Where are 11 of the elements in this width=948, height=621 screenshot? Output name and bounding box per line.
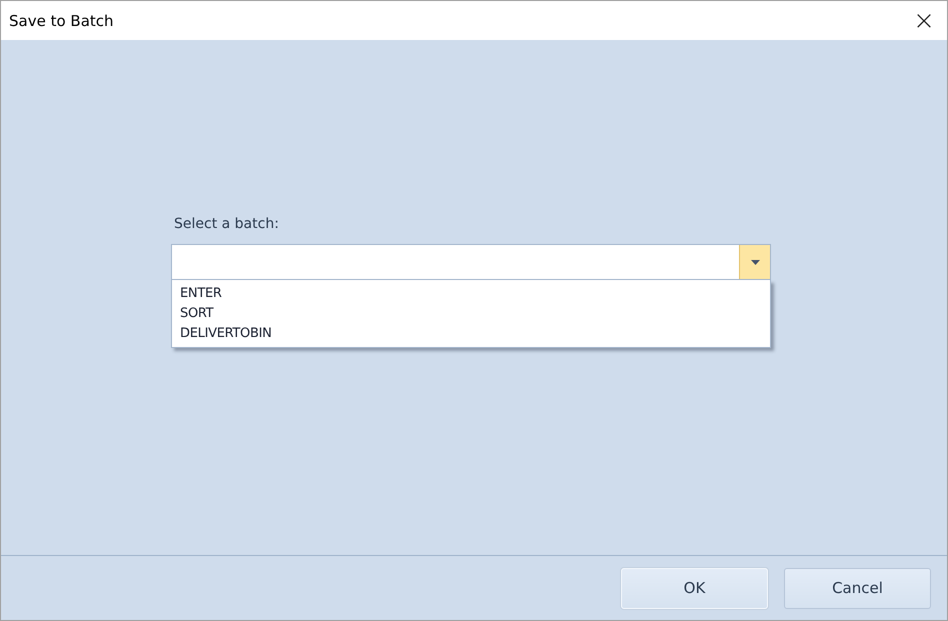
caret-icon [750, 260, 760, 264]
close-button[interactable]: × [901, 2, 947, 40]
batch-dropdown[interactable] [171, 244, 771, 280]
dropdown-option[interactable]: ENTER [172, 284, 770, 304]
window-title: Save to Batch [9, 12, 114, 30]
dropdown-option[interactable]: DELIVERTOBIN [172, 324, 770, 344]
dropdown-option[interactable]: SORT [172, 304, 770, 324]
field-label: Select a batch: [174, 216, 280, 232]
cancel-button[interactable]: Cancel [784, 568, 931, 608]
ok-button[interactable]: OK [621, 568, 768, 608]
dropdown-button[interactable] [739, 245, 770, 279]
